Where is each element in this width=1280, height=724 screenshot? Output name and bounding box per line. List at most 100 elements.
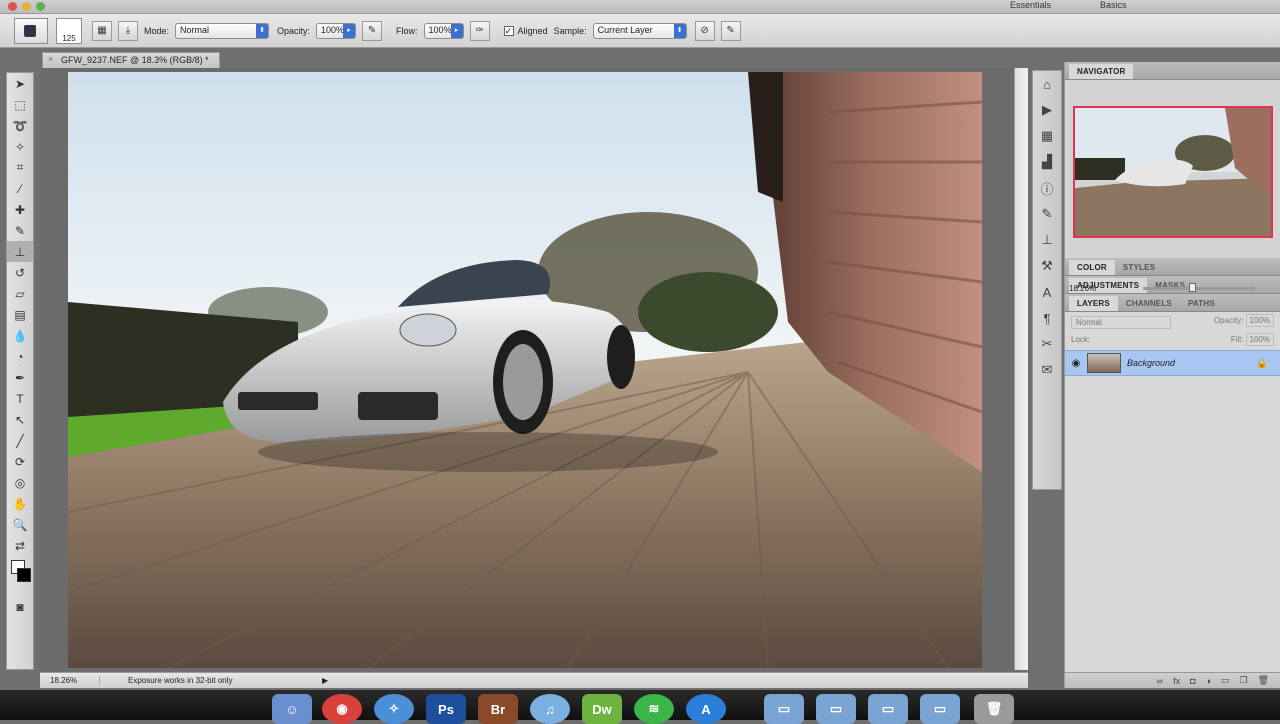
gradient-tool-icon[interactable]: ▤: [7, 304, 33, 325]
path-selection-tool-icon[interactable]: ↖: [7, 409, 33, 430]
canvas-area[interactable]: [40, 68, 1014, 670]
eye-icon[interactable]: ◉: [1065, 358, 1087, 369]
brushes-panel-icon[interactable]: ✎: [1033, 201, 1061, 227]
vertical-scrollbar[interactable]: [1014, 68, 1028, 670]
actions-panel-icon[interactable]: ▶: [1033, 97, 1061, 123]
navigator-zoom-value[interactable]: 18.26%: [1069, 284, 1096, 293]
ignore-adjustment-layers-icon[interactable]: ⊘: [694, 20, 715, 41]
line-tool-icon[interactable]: ╱: [7, 430, 33, 451]
history-panel-icon[interactable]: ⌂: [1033, 71, 1061, 97]
eraser-tool-icon[interactable]: ▱: [7, 283, 33, 304]
flow-label: Flow:: [396, 25, 418, 36]
brush-preset-picker[interactable]: 125: [56, 17, 82, 44]
layer-row-background[interactable]: ◉ Background 🔒: [1065, 350, 1280, 376]
car-photo: [68, 72, 982, 668]
layer-style-icon[interactable]: fx: [1173, 676, 1180, 686]
notes-panel-icon[interactable]: ✉: [1033, 357, 1061, 383]
clone-stamp-tool-icon[interactable]: ⊥: [7, 241, 33, 262]
brush-tool-icon[interactable]: ✎: [7, 220, 33, 241]
group-icon[interactable]: ▭: [1221, 675, 1230, 686]
color-swatches[interactable]: [7, 556, 33, 596]
swatches-panel-icon[interactable]: ▦: [1033, 123, 1061, 149]
character-panel-icon[interactable]: A: [1033, 279, 1061, 305]
workspace-essentials[interactable]: Essentials: [1010, 0, 1051, 10]
navigator-zoom-knob[interactable]: [1189, 283, 1196, 292]
tab-color[interactable]: COLOR: [1069, 260, 1115, 275]
opacity-input[interactable]: 100% ▸: [316, 22, 357, 39]
histogram-panel-icon[interactable]: ▟: [1033, 149, 1061, 175]
adjustments-header: ADJUSTMENTS MASKS: [1065, 276, 1280, 294]
delete-layer-icon[interactable]: 🗑: [1258, 675, 1269, 686]
layers-header: LAYERS CHANNELS PATHS: [1065, 294, 1280, 312]
mode-select[interactable]: Normal ⬍: [175, 22, 270, 39]
add-mask-icon[interactable]: ◘: [1190, 676, 1195, 686]
tab-paths[interactable]: PATHS: [1180, 299, 1223, 311]
background-color-swatch[interactable]: [17, 568, 31, 582]
opacity-label: Opacity:: [277, 25, 311, 36]
navigator-thumbnail[interactable]: [1073, 106, 1273, 238]
link-layers-icon[interactable]: ∞: [1157, 676, 1163, 686]
dock: ☺ ◉ ✧ Ps Br ♫ Dw ≋ A ▭ ▭ ▭ ▭ 🗑: [0, 690, 1280, 724]
canvas-image[interactable]: [68, 72, 982, 668]
blend-mode-select[interactable]: Normal: [1071, 316, 1171, 329]
status-menu-arrow-icon[interactable]: ▶: [322, 676, 328, 685]
marquee-tool-icon[interactable]: ⬚: [7, 94, 33, 115]
3d-rotate-tool-icon[interactable]: ⟳: [7, 451, 33, 472]
status-zoom[interactable]: 18.26%: [40, 676, 100, 685]
toolbox: ➤ ⬚ ➰ ✧ ⌗ ⁄ ✚ ✎ ⊥ ↺ ▱ ▤ 💧 ◔ ✒ T ↖ ╱ ⟳ ◎ …: [6, 72, 34, 670]
type-tool-icon[interactable]: T: [7, 388, 33, 409]
swap-colors-icon[interactable]: ⇄: [7, 535, 33, 556]
hand-tool-icon[interactable]: ✋: [7, 493, 33, 514]
layer-opacity-value[interactable]: 100%: [1245, 314, 1274, 327]
eyedropper-tool-icon[interactable]: ⁄: [7, 178, 33, 199]
tool-preset-picker[interactable]: [14, 17, 48, 44]
chevron-right-icon: ▸: [450, 23, 463, 38]
lasso-tool-icon[interactable]: ➰: [7, 115, 33, 136]
clone-source-panel-icon[interactable]: ▦: [92, 20, 112, 41]
zoom-tool-icon[interactable]: 🔍: [7, 514, 33, 535]
fill-value[interactable]: 100%: [1245, 333, 1274, 346]
sample-select[interactable]: Current Layer ⬍: [592, 22, 687, 39]
navigator-panel: 18.26%: [1065, 80, 1280, 293]
tab-layers[interactable]: LAYERS: [1069, 296, 1118, 311]
quick-select-tool-icon[interactable]: ✧: [7, 136, 33, 157]
workspace-basics[interactable]: Basics: [1100, 0, 1127, 10]
sample-value: Current Layer: [597, 24, 653, 35]
healing-brush-tool-icon[interactable]: ✚: [7, 199, 33, 220]
layer-name[interactable]: Background: [1127, 358, 1256, 368]
3d-panel-icon[interactable]: ✂: [1033, 331, 1061, 357]
adjustment-layer-icon[interactable]: ◑: [1206, 676, 1211, 686]
blur-tool-icon[interactable]: 💧: [7, 325, 33, 346]
pen-tool-icon[interactable]: ✒: [7, 367, 33, 388]
tab-navigator[interactable]: NAVIGATOR: [1069, 64, 1134, 79]
tab-styles[interactable]: STYLES: [1115, 263, 1163, 275]
flow-value: 100%: [428, 24, 452, 35]
close-window-icon[interactable]: [8, 2, 17, 11]
3d-orbit-tool-icon[interactable]: ◎: [7, 472, 33, 493]
paragraph-panel-icon[interactable]: ¶: [1033, 305, 1061, 331]
tab-channels[interactable]: CHANNELS: [1118, 299, 1180, 311]
pressure-size-icon[interactable]: ✎: [720, 20, 741, 41]
brush-size-value: 125: [62, 33, 76, 43]
layer-opacity-label: Opacity:: [1213, 316, 1244, 325]
chevron-down-icon: ⬍: [673, 23, 686, 38]
navigator-zoom-slider[interactable]: [1143, 287, 1255, 290]
pressure-opacity-icon[interactable]: ✎: [362, 20, 383, 41]
brush-panel-icon[interactable]: ⤓: [118, 20, 138, 41]
chevron-right-icon: ▸: [343, 23, 356, 38]
document-tab[interactable]: GFW_9237.NEF @ 18.3% (RGB/8) *: [42, 52, 220, 68]
history-brush-tool-icon[interactable]: ↺: [7, 262, 33, 283]
aligned-checkbox[interactable]: ✓: [503, 25, 514, 36]
airbrush-icon[interactable]: ✑: [469, 20, 490, 41]
new-layer-icon[interactable]: ❐: [1239, 675, 1247, 686]
flow-input[interactable]: 100% ▸: [423, 22, 464, 39]
tool-presets-panel-icon[interactable]: ⚒: [1033, 253, 1061, 279]
quick-mask-icon[interactable]: ◙: [7, 596, 33, 617]
dodge-tool-icon[interactable]: ◔: [7, 346, 33, 367]
move-tool-icon[interactable]: ➤: [7, 73, 33, 94]
minimize-window-icon[interactable]: [22, 2, 31, 11]
zoom-window-icon[interactable]: [36, 2, 45, 11]
clone-source-panel-icon[interactable]: ⊥: [1033, 227, 1061, 253]
info-panel-icon[interactable]: ⓘ: [1033, 175, 1061, 201]
crop-tool-icon[interactable]: ⌗: [7, 157, 33, 178]
